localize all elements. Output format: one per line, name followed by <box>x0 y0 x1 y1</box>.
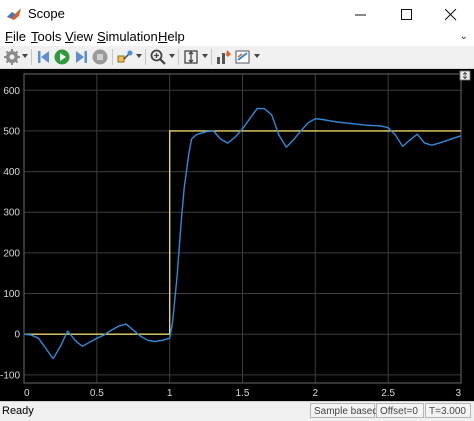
x-tick-label: 1.5 <box>236 388 250 399</box>
toolbar <box>0 46 474 69</box>
menu-help-mnemonic: H <box>158 29 168 44</box>
grid-lines <box>23 74 462 383</box>
highlight-dropdown-icon[interactable] <box>136 52 142 60</box>
stop-icon[interactable] <box>91 48 109 66</box>
y-tick-label: 600 <box>3 86 20 97</box>
status-ready: Ready <box>2 405 34 417</box>
y-tick-label: 0 <box>14 330 20 341</box>
settings-dropdown-icon[interactable] <box>22 52 28 60</box>
x-tick-label: 1 <box>167 388 173 399</box>
toolbar-separator <box>178 49 179 65</box>
minimize-button[interactable] <box>338 0 384 28</box>
x-tick-label: 3 <box>455 388 461 399</box>
scope-display[interactable]: -100 0 100 200 300 400 500 600 0 0.5 1 1.5 2 2.5 3 <box>0 69 474 401</box>
matlab-scope-icon <box>7 8 21 20</box>
style-icon[interactable] <box>234 48 252 66</box>
menu-simulation-rest: imulation <box>105 29 158 44</box>
menu-tools[interactable]: Tools <box>31 28 61 45</box>
autoscale-dropdown-icon[interactable] <box>202 52 208 60</box>
status-time: T=3.000 <box>425 403 471 418</box>
menu-view[interactable]: View <box>65 28 93 45</box>
menu-file-mnemonic: F <box>5 29 13 44</box>
toolbar-separator <box>112 49 113 65</box>
close-icon <box>445 9 457 21</box>
menu-help-rest: elp <box>167 29 185 44</box>
scope-plot: -100 0 100 200 300 400 500 600 0 0.5 1 1.5 2 2.5 3 <box>0 70 471 399</box>
y-tick-label: -100 <box>0 370 20 381</box>
minimize-icon <box>355 14 366 16</box>
menu-simulation-mnemonic: S <box>97 29 106 44</box>
menu-bar: File Tools View Simulation Help ⌄ <box>0 28 474 46</box>
style-dropdown-icon[interactable] <box>254 52 260 60</box>
window-title: Scope <box>28 6 65 21</box>
run-icon[interactable] <box>53 48 71 66</box>
x-tick-label: 2.5 <box>381 388 395 399</box>
y-tick-labels: -100 0 100 200 300 400 500 600 <box>0 86 20 382</box>
expand-axes-icon[interactable] <box>459 70 471 81</box>
maximize-button[interactable] <box>384 0 430 28</box>
title-bar: Scope <box>0 0 474 29</box>
settings-gear-icon[interactable] <box>3 48 21 66</box>
y-tick-label: 500 <box>3 126 20 137</box>
x-tick-labels: 0 0.5 1 1.5 2 2.5 3 <box>24 388 461 399</box>
x-tick-label: 2 <box>313 388 319 399</box>
step-back-icon[interactable] <box>35 48 53 66</box>
zoom-in-icon[interactable] <box>149 48 167 66</box>
toolbar-separator <box>145 49 146 65</box>
maximize-icon <box>401 9 412 20</box>
y-tick-label: 400 <box>3 167 20 178</box>
x-tick-label: 0 <box>24 388 30 399</box>
status-bar: Ready Sample based Offset=0 T=3.000 <box>0 401 474 421</box>
close-button[interactable] <box>428 0 474 28</box>
menu-simulation[interactable]: Simulation <box>97 28 158 45</box>
step-forward-icon[interactable] <box>72 48 90 66</box>
menu-file[interactable]: File <box>5 28 26 45</box>
toolbar-separator <box>211 49 212 65</box>
autoscale-icon[interactable] <box>182 48 200 66</box>
menu-tools-rest: ools <box>37 29 62 44</box>
menu-help[interactable]: Help <box>158 28 185 45</box>
toolbar-separator <box>31 49 32 65</box>
status-offset: Offset=0 <box>376 403 424 418</box>
cursor-measure-icon[interactable] <box>215 48 233 66</box>
x-tick-label: 0.5 <box>90 388 104 399</box>
menu-file-rest: ile <box>12 29 26 44</box>
y-tick-label: 200 <box>3 248 20 259</box>
y-tick-label: 300 <box>3 208 20 219</box>
zoom-dropdown-icon[interactable] <box>169 52 175 60</box>
highlight-block-icon[interactable] <box>116 48 134 66</box>
y-tick-label: 100 <box>3 289 20 300</box>
menu-view-rest: iew <box>73 29 93 44</box>
chevron-down-icon[interactable]: ⌄ <box>460 31 468 42</box>
status-sample-mode: Sample based <box>310 403 378 418</box>
